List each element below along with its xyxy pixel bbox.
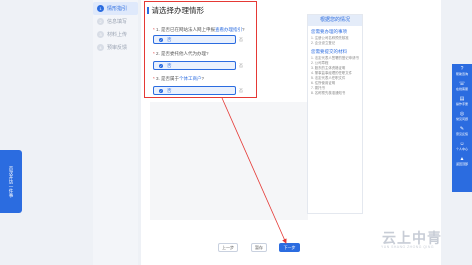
- rail-help[interactable]: ? 帮助咨询: [452, 64, 472, 79]
- step-number: 2: [97, 18, 104, 25]
- rail-manual[interactable]: ▤ 操作手册: [452, 94, 472, 109]
- step-1[interactable]: 1 情形指引: [93, 2, 138, 15]
- rail-label: 返回顶部: [455, 162, 468, 166]
- rail-feedback[interactable]: ✎ 意见反馈: [452, 124, 472, 139]
- content-placeholder-panel: [150, 102, 308, 220]
- highlight-box: [144, 1, 257, 98]
- step-number: 3: [97, 31, 104, 38]
- step-number: 1: [97, 5, 104, 12]
- guide-title: 根据您的情况: [308, 15, 362, 26]
- next-button[interactable]: 下一步: [279, 243, 300, 252]
- step-3[interactable]: 3 材料上传: [93, 28, 138, 41]
- rail-top[interactable]: ▲ 返回顶部: [452, 154, 472, 169]
- rail-label: 在线客服: [455, 87, 468, 91]
- guide-line: 8. 名称预先核准通知书: [311, 91, 346, 95]
- step-label: 材料上传: [107, 32, 128, 38]
- step-label: 预审反馈: [107, 45, 128, 51]
- rail-label: 常见问题: [455, 117, 468, 121]
- guide-section-title: 您需要办理的事项: [311, 29, 347, 34]
- save-button[interactable]: 暂存: [251, 243, 267, 252]
- left-promo-widget[interactable]: 首次开店一件事: [0, 150, 22, 213]
- guide-panel: 根据您的情况 您需要办理的事项 1. 注册公司名称预先核准 2. 企业设立登记 …: [307, 14, 363, 214]
- step-4[interactable]: 4 预审反馈: [93, 41, 138, 54]
- step-2[interactable]: 2 信息填写: [93, 15, 138, 28]
- prev-button[interactable]: 上一步: [218, 243, 238, 252]
- rail-faq[interactable]: ◎ 常见问题: [452, 109, 472, 124]
- step-sidebar: 1 情形指引 2 信息填写 3 材料上传 4 预审反馈: [93, 0, 138, 265]
- step-label: 情形指引: [107, 6, 128, 12]
- rail-profile[interactable]: ☺ 个人中心: [452, 139, 472, 154]
- watermark-subtitle: YUN SHANG ZHONG QING: [381, 245, 434, 249]
- rail-label: 意见反馈: [455, 132, 468, 136]
- rail-label: 操作手册: [455, 102, 468, 106]
- guide-section-title: 您需要提交的材料: [311, 49, 347, 54]
- main-panel: 请选择办理情形 * 1. 是否已在网站法人网上申报查看办理指引? ✓ 否 否 *…: [141, 0, 441, 265]
- step-number: 4: [97, 44, 104, 51]
- rail-label: 帮助咨询: [455, 72, 468, 76]
- right-tool-rail: ? 帮助咨询 ☏ 在线客服 ▤ 操作手册 ◎ 常见问题 ✎ 意见反馈 ☺ 个人中心 ▲ 返回顶…: [452, 64, 472, 192]
- rail-service[interactable]: ☏ 在线客服: [452, 79, 472, 94]
- step-label: 信息填写: [107, 19, 128, 25]
- rail-label: 个人中心: [455, 147, 468, 151]
